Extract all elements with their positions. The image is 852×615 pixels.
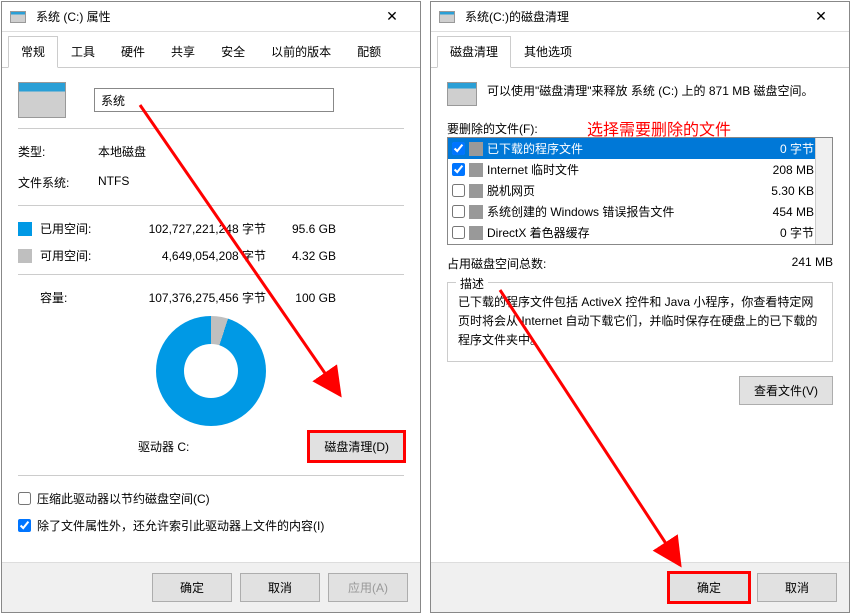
file-row[interactable]: DirectX 着色器缓存0 字节: [448, 222, 832, 243]
close-icon[interactable]: ✕: [372, 8, 412, 25]
used-gb: 95.6 GB: [266, 222, 336, 236]
footer: 确定 取消 应用(A): [2, 562, 420, 612]
content: 类型: 本地磁盘 文件系统: NTFS 已用空间: 102,727,221,24…: [2, 68, 420, 562]
fs-value: NTFS: [98, 174, 129, 191]
capacity-gb: 100 GB: [266, 291, 336, 305]
tab-quota[interactable]: 配额: [344, 36, 394, 67]
compress-checkbox[interactable]: [18, 492, 31, 505]
capacity-label: 容量:: [40, 289, 116, 306]
free-label: 可用空间:: [40, 247, 116, 264]
tab-tools[interactable]: 工具: [58, 36, 108, 67]
file-icon: [469, 205, 483, 219]
file-name: 已下载的程序文件: [487, 140, 746, 157]
cancel-button[interactable]: 取消: [240, 573, 320, 602]
file-row[interactable]: 已下载的程序文件0 字节: [448, 138, 832, 159]
properties-window: 系统 (C:) 属性 ✕ 常规 工具 硬件 共享 安全 以前的版本 配额 类型:…: [1, 1, 421, 613]
file-row[interactable]: Internet 临时文件 208 MB: [448, 159, 832, 180]
free-swatch: [18, 249, 32, 263]
intro-text: 可以使用"磁盘清理"来释放 系统 (C:) 上的 871 MB 磁盘空间。: [487, 82, 833, 100]
tab-security[interactable]: 安全: [208, 36, 258, 67]
drive-label: 驱动器 C:: [18, 438, 309, 455]
drive-icon-large: [18, 82, 66, 118]
tab-cleanup[interactable]: 磁盘清理: [437, 36, 511, 68]
file-checkbox[interactable]: [452, 205, 465, 218]
window-title: 系统(C:)的磁盘清理: [465, 8, 801, 25]
delete-files-label: 要删除的文件(F):: [447, 122, 538, 136]
close-icon[interactable]: ✕: [801, 8, 841, 25]
tab-general[interactable]: 常规: [8, 36, 58, 68]
window-title: 系统 (C:) 属性: [36, 8, 372, 25]
file-name: DirectX 着色器缓存: [487, 224, 746, 241]
file-size: 0 字节: [750, 140, 814, 157]
compress-label: 压缩此驱动器以节约磁盘空间(C): [37, 490, 210, 507]
content: 可以使用"磁盘清理"来释放 系统 (C:) 上的 871 MB 磁盘空间。 要删…: [431, 68, 849, 562]
file-icon: [469, 142, 483, 156]
fs-label: 文件系统:: [18, 174, 98, 191]
cancel-button[interactable]: 取消: [757, 573, 837, 602]
file-icon: [469, 184, 483, 198]
drive-icon: [439, 11, 455, 23]
used-label: 已用空间:: [40, 220, 116, 237]
file-icon: [469, 226, 483, 240]
titlebar: 系统 (C:) 属性 ✕: [2, 2, 420, 32]
file-icon: [469, 163, 483, 177]
view-files-button[interactable]: 查看文件(V): [739, 376, 833, 405]
used-bytes: 102,727,221,248 字节: [116, 220, 266, 237]
description-legend: 描述: [456, 275, 488, 292]
disk-cleanup-window: 系统(C:)的磁盘清理 ✕ 磁盘清理 其他选项 可以使用"磁盘清理"来释放 系统…: [430, 1, 850, 613]
drive-icon-medium: [447, 82, 477, 106]
file-name: 系统创建的 Windows 错误报告文件: [487, 203, 746, 220]
tab-hardware[interactable]: 硬件: [108, 36, 158, 67]
file-name: 脱机网页: [487, 182, 746, 199]
file-row[interactable]: 系统创建的 Windows 错误报告文件 454 MB: [448, 201, 832, 222]
free-gb: 4.32 GB: [266, 249, 336, 263]
file-list[interactable]: 已下载的程序文件0 字节Internet 临时文件208 MB脱机网页5.30 …: [447, 137, 833, 245]
tabs: 磁盘清理 其他选项: [431, 32, 849, 68]
tab-previous[interactable]: 以前的版本: [258, 36, 344, 67]
total-label: 占用磁盘空间总数:: [447, 255, 792, 272]
ok-button[interactable]: 确定: [152, 573, 232, 602]
compress-checkbox-row[interactable]: 压缩此驱动器以节约磁盘空间(C): [18, 490, 404, 507]
file-checkbox[interactable]: [452, 184, 465, 197]
tab-sharing[interactable]: 共享: [158, 36, 208, 67]
disk-cleanup-button[interactable]: 磁盘清理(D): [309, 432, 404, 461]
apply-button: 应用(A): [328, 573, 408, 602]
type-value: 本地磁盘: [98, 143, 146, 160]
used-swatch: [18, 222, 32, 236]
file-size: 454 MB: [750, 205, 814, 219]
type-label: 类型:: [18, 143, 98, 160]
index-checkbox[interactable]: [18, 519, 31, 532]
free-bytes: 4,649,054,208 字节: [116, 247, 266, 264]
volume-name-input[interactable]: [94, 88, 334, 112]
file-checkbox[interactable]: [452, 163, 465, 176]
file-size: 0 字节: [750, 224, 814, 241]
footer: 确定 取消: [431, 562, 849, 612]
ok-button[interactable]: 确定: [669, 573, 749, 602]
index-checkbox-row[interactable]: 除了文件属性外，还允许索引此驱动器上文件的内容(I): [18, 517, 404, 534]
file-size: 208 MB: [750, 163, 814, 177]
file-name: Internet 临时文件: [487, 161, 746, 178]
description-text: 已下载的程序文件包括 ActiveX 控件和 Java 小程序，你查看特定网页时…: [458, 293, 822, 351]
total-value: 241 MB: [792, 255, 833, 272]
capacity-bytes: 107,376,275,456 字节: [116, 289, 266, 306]
file-checkbox[interactable]: [452, 142, 465, 155]
drive-icon: [10, 11, 26, 23]
titlebar: 系统(C:)的磁盘清理 ✕: [431, 2, 849, 32]
tab-other[interactable]: 其他选项: [511, 36, 585, 67]
file-checkbox[interactable]: [452, 226, 465, 239]
index-label: 除了文件属性外，还允许索引此驱动器上文件的内容(I): [37, 517, 324, 534]
file-row[interactable]: 脱机网页 5.30 KB: [448, 180, 832, 201]
file-size: 5.30 KB: [750, 184, 814, 198]
tabs: 常规 工具 硬件 共享 安全 以前的版本 配额: [2, 32, 420, 68]
description-fieldset: 描述 已下载的程序文件包括 ActiveX 控件和 Java 小程序，你查看特定…: [447, 282, 833, 362]
usage-donut: [156, 316, 266, 426]
